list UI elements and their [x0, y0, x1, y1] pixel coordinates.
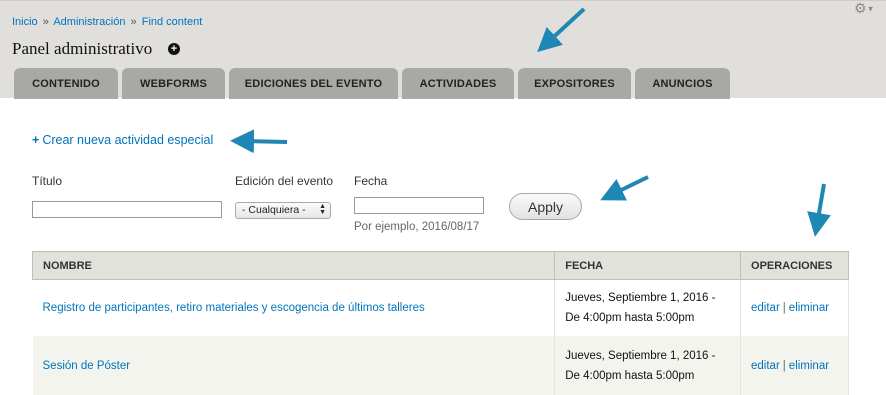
apply-button[interactable]: Apply	[509, 193, 582, 220]
ops-divider: |	[782, 359, 786, 372]
row-date-line2: De 4:00pm hasta 5:00pm	[565, 311, 695, 324]
edition-filter-select[interactable]: - Cualquiera - ▲ ▼	[235, 202, 331, 219]
row-date-line2: De 4:00pm hasta 5:00pm	[565, 369, 695, 382]
row-date-line1: Jueves, Septiembre 1, 2016 -	[565, 291, 716, 304]
tabs: CONTENIDO WEBFORMS EDICIONES DEL EVENTO …	[14, 68, 734, 99]
edit-link[interactable]: editar	[751, 360, 780, 372]
create-link-label: Crear nueva actividad especial	[42, 133, 214, 147]
create-special-activity-link[interactable]: + Crear nueva actividad especial	[32, 133, 213, 147]
row-date-line1: Jueves, Septiembre 1, 2016 -	[565, 349, 716, 362]
column-header-operaciones: OPERACIONES	[740, 251, 849, 280]
date-filter-label: Fecha	[354, 174, 388, 188]
ops-divider: |	[782, 301, 786, 314]
breadcrumb-separator: »	[130, 16, 137, 28]
table-row: Sesión de Póster Jueves, Septiembre 1, 2…	[32, 335, 849, 395]
admin-header: Inicio » Administración » Find content P…	[0, 0, 886, 99]
column-header-fecha[interactable]: FECHA	[554, 251, 742, 280]
row-operations: editar | eliminar	[740, 335, 849, 395]
title-filter-label: Título	[32, 174, 63, 188]
breadcrumb-separator: »	[42, 16, 49, 28]
arrow-icon	[600, 175, 649, 201]
title-filter-input[interactable]	[32, 201, 222, 218]
breadcrumb-administracion[interactable]: Administración	[53, 16, 125, 28]
row-date: Jueves, Septiembre 1, 2016 - De 4:00pm h…	[554, 279, 742, 336]
tab-expositores[interactable]: EXPOSITORES	[518, 68, 631, 99]
select-arrows-icon: ▲ ▼	[319, 203, 326, 216]
activities-table: NOMBRE FECHA OPERACIONES Registro de par…	[31, 251, 849, 395]
table-row: Registro de participantes, retiro materi…	[32, 279, 849, 336]
date-hint: Por ejemplo, 2016/08/17	[354, 221, 480, 233]
arrow-icon	[230, 129, 288, 154]
edit-link[interactable]: editar	[751, 302, 780, 314]
tab-contenido[interactable]: CONTENIDO	[14, 68, 118, 99]
breadcrumb-find-content[interactable]: Find content	[142, 16, 203, 28]
plus-circle-icon[interactable]: +	[168, 43, 180, 55]
delete-link[interactable]: eliminar	[789, 360, 829, 372]
column-header-nombre[interactable]: NOMBRE	[31, 251, 556, 280]
row-date: Jueves, Septiembre 1, 2016 - De 4:00pm h…	[554, 335, 742, 395]
row-name-link[interactable]: Sesión de Póster	[32, 335, 556, 395]
page-title: Panel administrativo	[12, 39, 153, 58]
edition-filter-label: Edición del evento	[235, 174, 334, 188]
breadcrumb-inicio[interactable]: Inicio	[12, 16, 38, 28]
edition-selected-value: - Cualquiera -	[242, 204, 306, 216]
gear-icon[interactable]: ⚙▼	[854, 1, 878, 15]
tab-ediciones-del-evento[interactable]: EDICIONES DEL EVENTO	[229, 68, 398, 99]
tab-actividades[interactable]: ACTIVIDADES	[402, 68, 514, 99]
row-operations: editar | eliminar	[740, 279, 849, 336]
date-filter-input[interactable]	[354, 197, 484, 214]
tab-webforms[interactable]: WEBFORMS	[122, 68, 225, 99]
delete-link[interactable]: eliminar	[789, 302, 829, 314]
row-name-link[interactable]: Registro de participantes, retiro materi…	[32, 279, 556, 336]
arrow-icon	[807, 183, 831, 237]
plus-icon: +	[32, 133, 40, 147]
breadcrumb: Inicio » Administración » Find content	[12, 16, 202, 28]
tab-anuncios[interactable]: ANUNCIOS	[635, 68, 730, 99]
